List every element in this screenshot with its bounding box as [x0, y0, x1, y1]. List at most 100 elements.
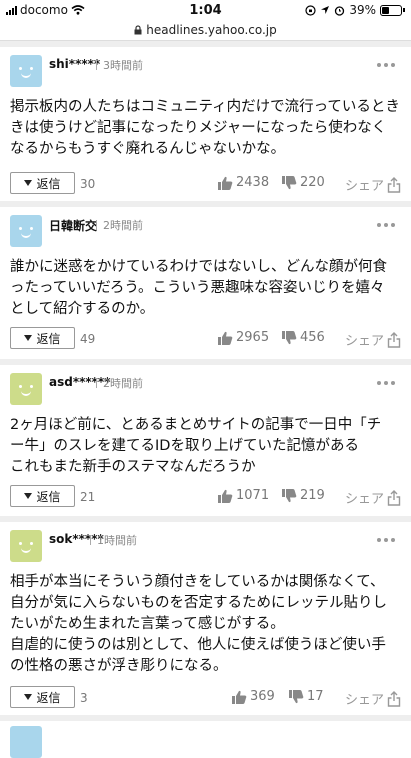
like-button[interactable]: 369	[232, 689, 275, 704]
thumbs-down-icon	[282, 175, 297, 189]
avatar[interactable]	[10, 215, 42, 247]
caret-down-icon	[24, 493, 33, 499]
meta-divider	[96, 60, 97, 70]
reply-label: 返信	[36, 176, 61, 191]
meta-divider	[96, 220, 97, 230]
more-options-icon[interactable]	[377, 538, 395, 542]
avatar[interactable]	[10, 530, 42, 562]
comment-item: shi***** 3時間前 掲示板内の人たちはコミュニティ内だけで流行っていると…	[0, 41, 411, 201]
comment-actions: 返信 49 2965 456 シェア	[0, 327, 411, 351]
dislike-button[interactable]: 17	[289, 689, 324, 704]
comment-separator	[0, 359, 411, 365]
reply-count: 30	[80, 177, 96, 191]
reply-button[interactable]: 返信	[10, 485, 75, 507]
avatar[interactable]	[10, 373, 42, 405]
comment-separator	[0, 516, 411, 522]
comment-line: これもまた新手のステマなんだろうか	[10, 459, 256, 475]
like-count: 369	[250, 689, 275, 704]
reply-count: 21	[80, 490, 96, 504]
dislike-count: 17	[307, 689, 324, 704]
caret-down-icon	[24, 180, 33, 186]
thumbs-up-icon	[218, 331, 233, 345]
comment-time: 2時間前	[103, 377, 143, 390]
thumbs-up-icon	[218, 176, 233, 190]
comment-line: きは使うけど記事になったりメジャーになったら使わなく	[10, 120, 387, 136]
comment-line: の性格の悪さが浮き彫りになる。	[10, 658, 228, 674]
comment-body: 相手が本当にそういう顔付きをしているかは関係なくて、 自分が気に入らないものを否定…	[10, 572, 405, 677]
comment-line: たいがため生まれた言葉って感じがする。	[10, 616, 285, 632]
like-count: 2438	[236, 175, 270, 190]
thumbs-down-icon	[289, 689, 304, 703]
comment-line: 相手が本当にそういう顔付きをしているかは関係なくて、	[10, 574, 385, 590]
dislike-button[interactable]: 220	[282, 175, 325, 190]
comment-time: 2時間前	[103, 219, 143, 232]
reply-button[interactable]: 返信	[10, 686, 75, 708]
comment-body: 掲示板内の人たちはコミュニティ内だけで流行っているとき きは使うけど記事になったり…	[10, 97, 405, 160]
comment-separator	[0, 41, 411, 47]
thumbs-up-icon	[232, 690, 247, 704]
share-button[interactable]: シェア	[345, 488, 401, 507]
comment-line: 掲示板内の人たちはコミュニティ内だけで流行っているとき	[10, 99, 400, 115]
more-options-icon[interactable]	[377, 381, 395, 385]
lock-icon	[134, 25, 142, 35]
comment-line: 2ヶ月ほど前に、とあるまとめサイトの記事で一日中「チ	[10, 417, 382, 433]
status-bar: docomo 1:04 39%	[0, 0, 411, 20]
like-button[interactable]: 1071	[218, 488, 269, 503]
dislike-button[interactable]: 219	[282, 488, 325, 503]
carrier-name: docomo	[20, 3, 68, 17]
like-count: 1071	[236, 488, 270, 503]
reply-label: 返信	[36, 331, 61, 346]
share-button[interactable]: シェア	[345, 689, 401, 708]
reply-count: 49	[80, 332, 96, 346]
share-button[interactable]: シェア	[345, 330, 401, 349]
comment-line: ったっていいだろう。こういう悪趣味な容姿いじりを嬉々	[10, 280, 385, 296]
comment-line: として紹介するのか。	[10, 301, 155, 317]
battery-percent: 39%	[349, 3, 376, 17]
reply-button[interactable]: 返信	[10, 172, 75, 194]
rotation-lock-icon	[305, 4, 316, 16]
user-name[interactable]: shi*****	[49, 57, 100, 71]
location-icon	[321, 6, 330, 14]
url-text: headlines.yahoo.co.jp	[146, 23, 277, 37]
comment-separator	[0, 715, 411, 721]
share-button[interactable]: シェア	[345, 175, 401, 194]
share-label: シェア	[344, 179, 384, 194]
thumbs-up-icon	[218, 489, 233, 503]
reply-count: 3	[80, 691, 88, 705]
comment-actions: 返信 3 369 17 シェア	[0, 686, 411, 710]
dislike-count: 220	[300, 175, 325, 190]
avatar[interactable]	[10, 55, 42, 87]
comment-item: 日韓断交 2時間前 誰かに迷惑をかけているわけではないし、どんな顔が何食 ったって…	[0, 201, 411, 359]
thumbs-down-icon	[282, 488, 297, 502]
dislike-count: 219	[300, 488, 325, 503]
comment-actions: 返信 30 2438 220 シェア	[0, 172, 411, 196]
address-bar[interactable]: headlines.yahoo.co.jp	[0, 20, 411, 40]
more-options-icon[interactable]	[377, 63, 395, 67]
comment-separator	[0, 201, 411, 207]
like-button[interactable]: 2438	[218, 175, 269, 190]
comment-item: sok***** 1時間前 相手が本当にそういう顔付きをしているかは関係なくて、…	[0, 516, 411, 715]
share-icon	[387, 331, 401, 348]
caret-down-icon	[24, 335, 33, 341]
comment-time: 3時間前	[103, 59, 143, 72]
wifi-icon	[71, 5, 85, 15]
like-count: 2965	[236, 330, 270, 345]
meta-divider	[90, 535, 91, 545]
reply-label: 返信	[36, 690, 61, 705]
comment-item: asd****** 2時間前 2ヶ月ほど前に、とあるまとめサイトの記事で一日中「…	[0, 359, 411, 516]
comment-body: 誰かに迷惑をかけているわけではないし、どんな顔が何食 ったっていいだろう。こういう…	[10, 257, 405, 320]
comment-actions: 返信 21 1071 219 シェア	[0, 485, 411, 509]
share-label: シェア	[344, 334, 384, 349]
caret-down-icon	[24, 694, 33, 700]
dislike-button[interactable]: 456	[282, 330, 325, 345]
battery-icon	[380, 4, 405, 16]
reply-label: 返信	[36, 489, 61, 504]
comment-line: 自分が気に入らないものを否定するためにレッテル貼りし	[10, 595, 387, 611]
reply-button[interactable]: 返信	[10, 327, 75, 349]
like-button[interactable]: 2965	[218, 330, 269, 345]
share-icon	[387, 690, 401, 707]
signal-icon	[6, 5, 17, 15]
more-options-icon[interactable]	[377, 223, 395, 227]
comment-line: なるからもうすぐ廃れるんじゃないかな。	[10, 141, 286, 157]
user-name[interactable]: 日韓断交	[49, 217, 97, 234]
